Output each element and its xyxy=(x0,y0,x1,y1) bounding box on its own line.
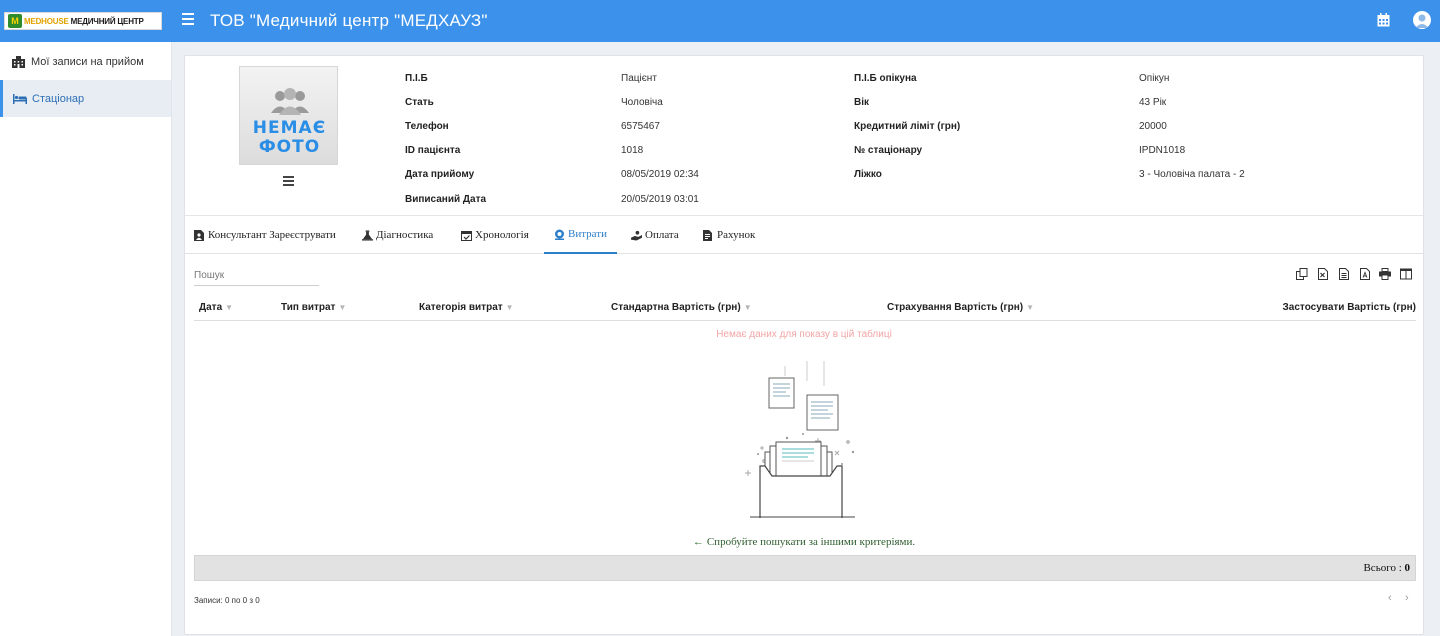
info-value-name: Пацієнт xyxy=(621,73,657,84)
column-header-expense-type[interactable]: Тип витрат ▼ xyxy=(281,302,346,313)
excel-icon[interactable] xyxy=(1318,268,1330,280)
people-icon xyxy=(271,88,309,115)
patient-photo-placeholder: НЕМАЄ ФОТО xyxy=(239,66,338,165)
info-label-admission-date: Дата прийому xyxy=(405,169,475,180)
patient-panel: НЕМАЄ ФОТО П.І.Б Пацієнт Стать Чоловіча … xyxy=(184,55,1424,635)
column-header-applied-cost[interactable]: Застосувати Вартість (грн) xyxy=(1283,302,1416,313)
sidebar-item-label: Стаціонар xyxy=(32,92,85,105)
tab-consultant-register[interactable]: Консультант Зареєструвати xyxy=(194,216,336,254)
sidebar-item-inpatient[interactable]: Стаціонар xyxy=(0,80,171,117)
info-value-admission-date: 08/05/2019 02:34 xyxy=(621,169,699,180)
sort-icon: ▼ xyxy=(743,303,752,312)
sort-icon: ▼ xyxy=(1026,303,1035,312)
prev-page-icon[interactable]: ‹ xyxy=(1388,592,1392,604)
logo-badge-icon: M xyxy=(8,14,22,28)
top-bar: M MEDHOUSE МЕДИЧНИЙ ЦЕНТР ТОВ "Медичний … xyxy=(0,0,1440,42)
info-value-bed: 3 - Чоловіча палата - 2 xyxy=(1139,169,1245,180)
flask-icon xyxy=(362,229,373,241)
info-value-patient-id: 1018 xyxy=(621,145,644,156)
info-label-discharge-date: Виписаний Дата xyxy=(405,194,487,205)
sidebar-item-appointments[interactable]: Мої записи на прийом xyxy=(0,43,171,80)
tab-expenses[interactable]: Витрати xyxy=(544,216,617,254)
print-icon[interactable] xyxy=(1379,268,1391,280)
info-label-age: Вік xyxy=(854,97,870,108)
info-label-name: П.І.Б xyxy=(405,73,428,84)
tab-diagnostics[interactable]: Діагностика xyxy=(362,216,433,254)
photo-menu-icon[interactable] xyxy=(283,176,294,186)
column-header-date[interactable]: Дата ▼ xyxy=(199,302,233,313)
info-value-guardian: Опікун xyxy=(1139,73,1170,84)
records-info: Записи: 0 по 0 з 0 xyxy=(194,596,260,605)
tab-invoice[interactable]: Рахунок xyxy=(703,216,755,254)
csv-icon[interactable] xyxy=(1339,268,1351,280)
building-icon xyxy=(12,55,26,68)
pdf-icon[interactable] xyxy=(1360,268,1372,280)
logo-text-primary: MEDHOUSE xyxy=(24,16,69,26)
hand-money-icon xyxy=(631,230,642,241)
info-label-bed: Ліжко xyxy=(854,169,882,180)
user-avatar-icon[interactable] xyxy=(1413,11,1431,29)
column-header-expense-category[interactable]: Категорія витрат ▼ xyxy=(419,302,514,313)
empty-folder-illustration xyxy=(745,361,855,518)
next-page-icon[interactable]: › xyxy=(1405,592,1409,604)
sidebar-item-label: Мої записи на прийом xyxy=(31,55,144,68)
calendar-check-icon xyxy=(461,230,472,241)
tab-payment[interactable]: Оплата xyxy=(631,216,679,254)
calendar-icon[interactable] xyxy=(1377,13,1390,27)
bed-icon xyxy=(13,93,27,105)
info-label-credit-limit: Кредитний ліміт (грн) xyxy=(854,121,961,132)
info-value-discharge-date: 20/05/2019 03:01 xyxy=(621,194,699,205)
tab-bar: Консультант Зареєструвати Діагностика Хр… xyxy=(185,216,1423,254)
info-label-patient-id: ID пацієнта xyxy=(405,145,461,156)
invoice-icon xyxy=(703,229,714,241)
info-label-phone: Телефон xyxy=(405,121,449,132)
info-value-age: 43 Рік xyxy=(1139,97,1167,108)
app-title: ТОВ "Медичний центр "МЕДХАУЗ" xyxy=(210,11,488,30)
info-value-phone: 6575467 xyxy=(621,121,660,132)
column-header-insurance-cost[interactable]: Страхування Вартість (грн) ▼ xyxy=(887,302,1034,313)
doc-user-icon xyxy=(194,229,205,241)
sort-icon: ▼ xyxy=(225,303,234,312)
sidebar: Мої записи на прийом Стаціонар xyxy=(0,42,172,636)
info-label-gender: Стать xyxy=(405,97,434,108)
table-header: Дата ▼ Тип витрат ▼ Категорія витрат ▼ Стан… xyxy=(194,296,1416,321)
search-input[interactable] xyxy=(194,266,319,286)
tab-chronology[interactable]: Хронологія xyxy=(461,216,529,254)
info-value-gender: Чоловіча xyxy=(621,97,663,108)
no-photo-text: НЕМАЄ ФОТО xyxy=(252,118,327,157)
search-hint: ← Спробуйте пошукати за іншими критеріями… xyxy=(692,536,916,548)
coin-icon xyxy=(554,229,565,240)
arrow-left-icon: ← xyxy=(692,536,704,548)
total-text: Всього : 0 xyxy=(1363,562,1410,574)
copy-icon[interactable] xyxy=(1296,268,1308,280)
columns-icon[interactable] xyxy=(1400,268,1412,280)
total-bar: Всього : 0 xyxy=(194,555,1416,581)
empty-table-message: Немає даних для показу в цій таблиці xyxy=(716,329,892,340)
info-label-inpatient-number: № стаціонару xyxy=(854,145,923,156)
brand-logo[interactable]: M MEDHOUSE МЕДИЧНИЙ ЦЕНТР xyxy=(4,12,162,30)
info-value-inpatient-number: IPDN1018 xyxy=(1139,145,1186,156)
info-label-guardian: П.І.Б опікуна xyxy=(854,73,917,84)
sort-icon: ▼ xyxy=(505,303,514,312)
sort-icon: ▼ xyxy=(338,303,347,312)
total-value: 0 xyxy=(1404,562,1411,574)
logo-text-secondary: МЕДИЧНИЙ ЦЕНТР xyxy=(70,16,144,26)
info-value-credit-limit: 20000 xyxy=(1139,121,1167,132)
menu-toggle-icon[interactable] xyxy=(182,13,194,27)
column-header-standard-cost[interactable]: Стандартна Вартість (грн) ▼ xyxy=(611,302,752,313)
